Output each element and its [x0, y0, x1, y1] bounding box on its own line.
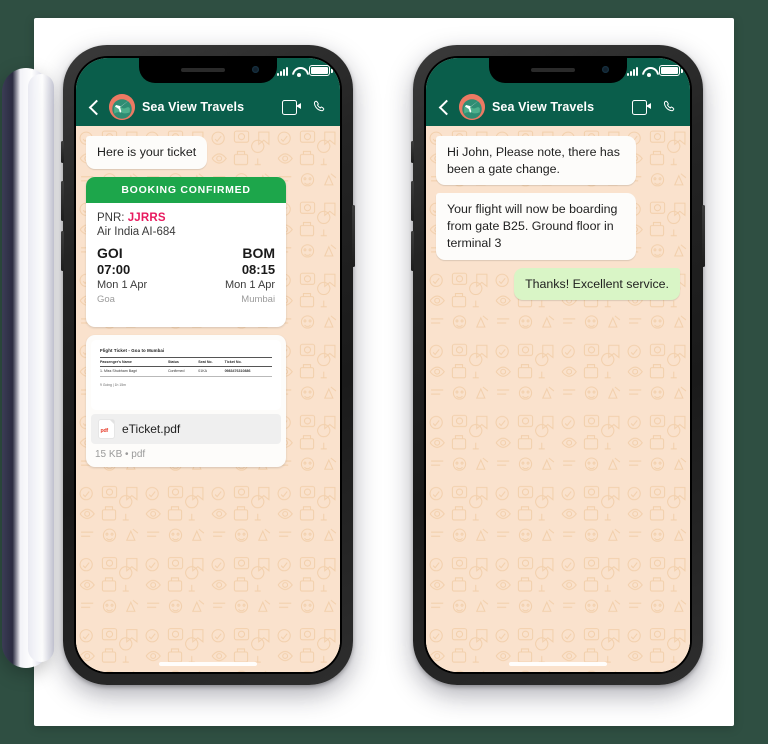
arrival-airport-code: BOM [242, 244, 276, 261]
chat-area-left[interactable]: Here is your ticket BOOKING CONFIRMED PN… [76, 126, 340, 672]
back-arrow-icon[interactable] [436, 98, 452, 116]
phone-screen-left: Sea View Travels Here is your ticket BOO… [76, 58, 340, 672]
volume-up-button[interactable] [411, 181, 414, 221]
preview-col-status: Status [167, 356, 199, 367]
background-phone-body [28, 74, 54, 662]
pdf-file-name: eTicket.pdf [122, 421, 181, 436]
header-actions-left [282, 99, 330, 115]
mute-switch-button[interactable] [61, 141, 64, 163]
volume-down-button[interactable] [411, 231, 414, 271]
globe-airplane-avatar[interactable] [109, 94, 135, 120]
power-button[interactable] [702, 205, 705, 267]
preview-footer: 9 Going | 1h 15m [100, 382, 126, 387]
battery-full-icon [659, 65, 683, 76]
status-bar-left [76, 58, 340, 88]
mute-switch-button[interactable] [411, 141, 414, 163]
phone-call-icon[interactable] [312, 99, 328, 115]
pdf-attachment-card[interactable]: Flight Ticket - Goa to Mumbai Passenger'… [86, 334, 287, 467]
preview-header-row: Passenger's Name Status Seat No. Ticket … [100, 356, 273, 367]
volume-up-button[interactable] [61, 181, 64, 221]
chat-area-right[interactable]: Hi John, Please note, there has been a g… [426, 126, 690, 672]
status-icons-left [277, 65, 333, 77]
pnr-value: JJRRS [127, 211, 166, 224]
pnr-label: PNR: [97, 211, 125, 224]
battery-full-icon [309, 65, 333, 76]
flight-legs: GOI 07:00 Mon 1 Apr Goa BOM 08:15 Mon 1 … [97, 245, 275, 307]
notch [139, 58, 277, 83]
pdf-file-icon: pdf [99, 419, 114, 438]
departure-date: Mon 1 Apr [97, 279, 148, 292]
home-indicator-right [509, 662, 607, 666]
contact-name-right: Sea View Travels [492, 100, 595, 114]
signal-bars-icon [277, 66, 288, 76]
departure-leg: GOI 07:00 Mon 1 Apr Goa [97, 245, 147, 307]
arrival-time: 08:15 [241, 262, 276, 278]
preview-col-passenger: Passenger's Name [100, 356, 168, 367]
preview-col-ticket: Ticket No. [224, 356, 273, 367]
front-camera [602, 66, 609, 73]
phone-screen-right: Sea View Travels Hi John, Please note, t… [426, 58, 690, 672]
status-icons-right [627, 65, 683, 77]
header-actions-right [632, 99, 680, 115]
pdf-file-meta: 15 KB • pdf [95, 448, 146, 460]
video-call-icon[interactable] [632, 100, 651, 115]
home-indicator-left [159, 662, 257, 666]
arrival-leg: BOM 08:15 Mon 1 Apr Mumbai [225, 245, 275, 307]
message-bubble: Thanks! Excellent service. [514, 267, 680, 301]
phone-device-left: Sea View Travels Here is your ticket BOO… [61, 45, 355, 685]
preview-cell-seat: 01KA [198, 366, 225, 377]
notch [489, 58, 627, 83]
booking-status-banner: BOOKING CONFIRMED [86, 176, 287, 203]
arrival-date: Mon 1 Apr [224, 279, 276, 292]
video-call-icon[interactable] [282, 100, 301, 115]
wifi-icon [292, 66, 305, 77]
phone-bezel-right: Sea View Travels Hi John, Please note, t… [424, 56, 692, 674]
message-list-left: Here is your ticket BOOKING CONFIRMED PN… [76, 126, 340, 672]
phone-device-right: Sea View Travels Hi John, Please note, t… [411, 45, 705, 685]
power-button[interactable] [352, 205, 355, 267]
back-arrow-icon[interactable] [86, 98, 102, 116]
volume-down-button[interactable] [61, 231, 64, 271]
globe-airplane-avatar[interactable] [459, 94, 485, 120]
preview-cell-ticket: 0983476310886 [224, 366, 273, 377]
preview-title: Flight Ticket - Goa to Mumbai [100, 347, 165, 353]
status-bar-right [426, 58, 690, 88]
preview-cell-status: Confirmed [167, 366, 199, 377]
front-camera [252, 66, 259, 73]
message-list-right: Hi John, Please note, there has been a g… [426, 126, 690, 672]
airline-flight-number: Air India AI-684 [97, 225, 176, 238]
departure-city: Goa [97, 294, 115, 306]
contact-name-left: Sea View Travels [142, 100, 245, 114]
table-row: 1. Miss Shubham Bagri Confirmed 01KA 098… [100, 366, 273, 377]
arrival-city: Mumbai [241, 294, 276, 306]
ticket-body: PNR: JJRRS Air India AI-684 GOI 07:00 Mo… [86, 203, 286, 327]
message-bubble: Hi John, Please note, there has been a g… [436, 136, 637, 186]
chat-header-right: Sea View Travels [426, 88, 690, 126]
scene-root: Sea View Travels Here is your ticket BOO… [0, 0, 768, 744]
preview-col-seat: Seat No. [198, 356, 225, 367]
chat-header-left: Sea View Travels [76, 88, 340, 126]
earpiece-speaker [181, 68, 225, 72]
phone-call-icon[interactable] [662, 99, 678, 115]
phone-bezel-left: Sea View Travels Here is your ticket BOO… [74, 56, 342, 674]
preview-table: Passenger's Name Status Seat No. Ticket … [100, 356, 273, 377]
departure-time: 07:00 [97, 262, 131, 278]
message-bubble: Your flight will now be boarding from ga… [436, 193, 637, 260]
pdf-preview-thumbnail: Flight Ticket - Goa to Mumbai Passenger'… [91, 339, 282, 410]
earpiece-speaker [531, 68, 575, 72]
wifi-icon [642, 66, 655, 77]
pnr-row: PNR: JJRRS [97, 212, 275, 224]
message-bubble: Here is your ticket [86, 136, 208, 169]
departure-airport-code: GOI [97, 244, 123, 261]
background-phone-partial [2, 68, 54, 668]
preview-cell-passenger: 1. Miss Shubham Bagri [100, 366, 168, 377]
signal-bars-icon [627, 66, 638, 76]
booking-ticket-card[interactable]: BOOKING CONFIRMED PNR: JJRRS Air India A… [86, 176, 287, 327]
pdf-file-row[interactable]: pdf eTicket.pdf [91, 413, 282, 444]
